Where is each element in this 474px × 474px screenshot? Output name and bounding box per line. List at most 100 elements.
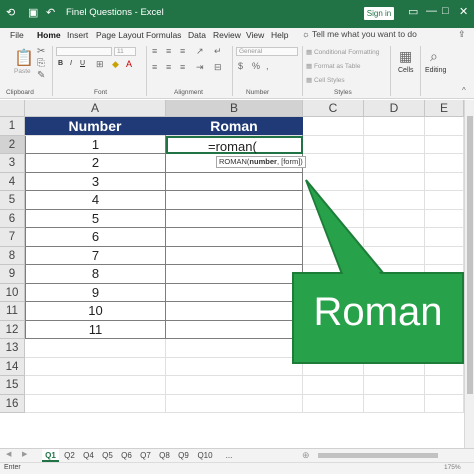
row-header[interactable]: 15: [0, 376, 25, 395]
cell[interactable]: [364, 135, 425, 154]
font-color-icon[interactable]: A: [126, 59, 132, 69]
roman-cell[interactable]: [166, 228, 303, 247]
row-header[interactable]: 3: [0, 154, 25, 173]
cell[interactable]: [364, 172, 425, 191]
format-as-table-button[interactable]: ▦ Format as Table: [306, 62, 360, 70]
number-cell[interactable]: 4: [25, 191, 166, 210]
add-sheet-icon[interactable]: ⊕: [302, 450, 310, 461]
align-center-icon[interactable]: ≡: [166, 62, 171, 72]
cell[interactable]: [166, 357, 303, 376]
number-cell[interactable]: 5: [25, 209, 166, 228]
format-painter-icon[interactable]: ✎: [37, 70, 45, 81]
cell[interactable]: [303, 117, 364, 136]
percent-icon[interactable]: %: [252, 61, 260, 71]
header-cell-number[interactable]: Number: [25, 117, 166, 136]
close-button[interactable]: ✕: [459, 5, 468, 18]
row-header[interactable]: 8: [0, 246, 25, 265]
cell[interactable]: [425, 117, 464, 136]
cell[interactable]: [425, 154, 464, 173]
number-cell[interactable]: 7: [25, 246, 166, 265]
number-cell[interactable]: 10: [25, 302, 166, 321]
roman-cell[interactable]: [166, 283, 303, 302]
row-header[interactable]: 2: [0, 135, 25, 154]
sheet-tab[interactable]: Q5: [99, 449, 116, 462]
cell[interactable]: [425, 209, 464, 228]
align-right-icon[interactable]: ≡: [180, 62, 185, 72]
cell[interactable]: [303, 154, 364, 173]
roman-cell[interactable]: [166, 209, 303, 228]
italic-icon[interactable]: I: [70, 60, 72, 67]
ribbon-display-icon[interactable]: ▭: [408, 5, 418, 18]
number-format-box[interactable]: General: [236, 47, 298, 56]
select-all-corner[interactable]: [0, 100, 25, 117]
cells-icon[interactable]: ▦: [399, 48, 412, 65]
tab-insert[interactable]: Insert: [67, 30, 88, 40]
copy-icon[interactable]: ⎘: [37, 58, 45, 69]
borders-icon[interactable]: ⊞: [96, 59, 104, 70]
paste-icon[interactable]: 📋: [14, 48, 34, 68]
underline-icon[interactable]: U: [80, 60, 85, 67]
row-header[interactable]: 14: [0, 357, 25, 376]
number-cell[interactable]: 8: [25, 265, 166, 284]
tab-scroll-left-icon[interactable]: ◀: [6, 450, 11, 458]
tab-formulas[interactable]: Formulas: [146, 30, 181, 40]
cell[interactable]: [25, 394, 166, 413]
column-header-a[interactable]: A: [25, 100, 166, 117]
tab-data[interactable]: Data: [188, 30, 206, 40]
roman-cell[interactable]: [166, 320, 303, 339]
undo-icon[interactable]: ↶: [46, 6, 55, 20]
align-top-icon[interactable]: ≡: [152, 46, 157, 56]
align-middle-icon[interactable]: ≡: [166, 46, 171, 56]
wrap-text-icon[interactable]: ↵: [214, 46, 222, 57]
cell[interactable]: [364, 376, 425, 395]
cell[interactable]: [425, 394, 464, 413]
column-header-e[interactable]: E: [425, 100, 464, 117]
cell-styles-button[interactable]: ▦ Cell Styles: [306, 76, 345, 84]
cell[interactable]: [303, 172, 364, 191]
cell[interactable]: [303, 246, 364, 265]
sheet-tab[interactable]: Q9: [175, 449, 192, 462]
cell[interactable]: [425, 246, 464, 265]
roman-cell[interactable]: [166, 172, 303, 191]
tab-page-layout[interactable]: Page Layout: [96, 30, 144, 40]
cell[interactable]: [303, 209, 364, 228]
cell[interactable]: [166, 394, 303, 413]
active-cell-b2[interactable]: =roman(: [166, 135, 303, 154]
cells-button[interactable]: Cells: [398, 67, 414, 74]
cell[interactable]: [364, 191, 425, 210]
tab-help[interactable]: Help: [271, 30, 288, 40]
horizontal-scroll-thumb[interactable]: [318, 453, 438, 458]
row-header[interactable]: 5: [0, 191, 25, 210]
collapse-ribbon-icon[interactable]: ^: [462, 86, 466, 95]
indent-icon[interactable]: ⇥: [196, 62, 204, 73]
sheet-tab[interactable]: Q10: [194, 449, 216, 462]
cell[interactable]: [25, 339, 166, 358]
number-cell[interactable]: 9: [25, 283, 166, 302]
cell[interactable]: [303, 228, 364, 247]
number-cell[interactable]: 3: [25, 172, 166, 191]
row-header[interactable]: 1: [0, 117, 25, 136]
vertical-scrollbar[interactable]: [464, 100, 474, 448]
roman-cell[interactable]: [166, 191, 303, 210]
sheet-tab[interactable]: Q7: [137, 449, 154, 462]
cell[interactable]: [303, 376, 364, 395]
cell[interactable]: [425, 191, 464, 210]
cell[interactable]: [364, 154, 425, 173]
number-cell[interactable]: 6: [25, 228, 166, 247]
minimize-button[interactable]: —: [426, 5, 437, 17]
orientation-icon[interactable]: ↗: [196, 46, 204, 57]
sheet-tab[interactable]: Q6: [118, 449, 135, 462]
font-size-box[interactable]: 11: [114, 47, 136, 56]
row-header[interactable]: 11: [0, 302, 25, 321]
cell[interactable]: [25, 357, 166, 376]
cell[interactable]: [166, 376, 303, 395]
tab-review[interactable]: Review: [213, 30, 241, 40]
cell[interactable]: [303, 394, 364, 413]
cell[interactable]: [364, 209, 425, 228]
align-left-icon[interactable]: ≡: [152, 62, 157, 72]
roman-cell[interactable]: [166, 265, 303, 284]
row-header[interactable]: 10: [0, 283, 25, 302]
cell[interactable]: [303, 135, 364, 154]
tell-me-search[interactable]: ☼ Tell me what you want to do: [302, 29, 417, 39]
cell[interactable]: [425, 172, 464, 191]
